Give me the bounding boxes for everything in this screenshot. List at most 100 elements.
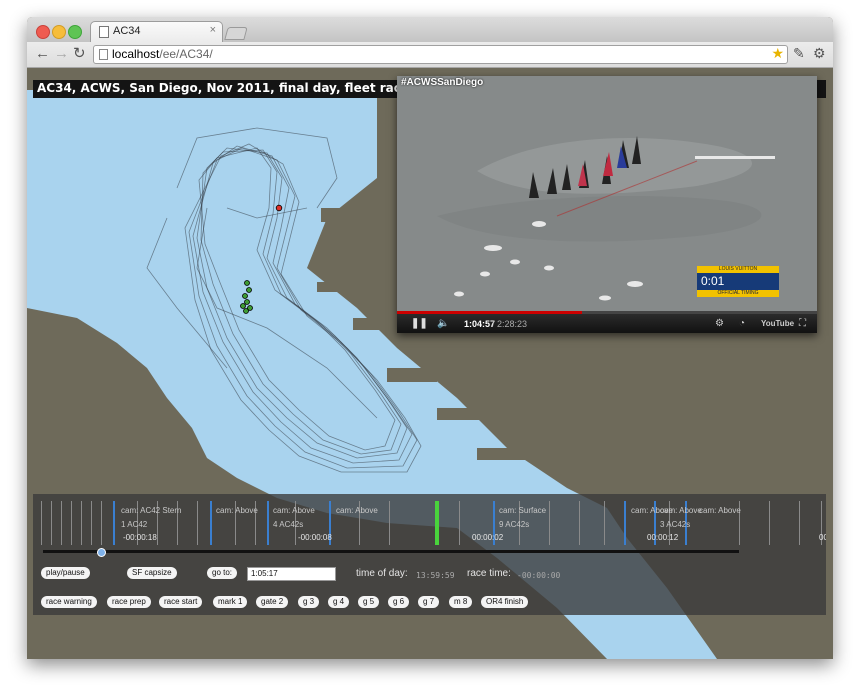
race-time-value: -00:00:00 <box>517 571 561 580</box>
camera-marker[interactable] <box>113 501 115 545</box>
address-bar[interactable]: localhost/ee/AC34/ ★ <box>93 45 788 64</box>
browser-toolbar: ← → ↻ localhost/ee/AC34/ ★ ✎ ⚙ <box>27 42 833 68</box>
camera-label: cam: Above <box>216 506 258 515</box>
boat-count-label: 9 AC42s <box>499 520 530 529</box>
zoom-window-icon[interactable] <box>68 25 82 39</box>
timing-overlay: LOUIS VUITTON 0:01 OFFICIAL TIMING <box>697 266 779 299</box>
page-icon <box>99 26 109 38</box>
timeline-tick <box>769 501 770 545</box>
timeline-tick <box>101 501 102 545</box>
marker-mark-1-button[interactable]: mark 1 <box>213 596 248 608</box>
video-current-time: 1:04:57 <box>464 319 496 329</box>
marker-race-warning-button[interactable]: race warning <box>41 596 97 608</box>
scrub-track[interactable] <box>43 550 739 553</box>
video-controls: ❚❚ 🔈 1:04:57 / 2:28:23 ⚙ ◔ YouTube ⛶ <box>397 314 817 333</box>
watch-later-icon[interactable]: ◔ <box>739 318 745 329</box>
marker-race-prep-button[interactable]: race prep <box>107 596 151 608</box>
settings-gear-icon[interactable]: ⚙ <box>715 318 724 329</box>
race-time-label: race time: <box>467 568 511 579</box>
pier <box>387 368 437 382</box>
timeline-tick <box>604 501 605 545</box>
marker-gate-2-button[interactable]: gate 2 <box>256 596 289 608</box>
boat-marker <box>240 303 246 309</box>
leader-boat-marker <box>275 204 283 212</box>
browser-tab[interactable]: AC34 × <box>90 21 223 43</box>
current-position-marker[interactable] <box>435 501 439 545</box>
camera-marker[interactable] <box>624 501 626 545</box>
camera-label: cam: Above <box>336 506 378 515</box>
timeline-time-label: -00:00:18 <box>123 533 157 542</box>
camera-label: cam: Above <box>660 506 702 515</box>
volume-icon[interactable]: 🔈 <box>437 318 449 329</box>
bookmark-star-icon[interactable]: ★ <box>771 45 784 62</box>
go-to-time-input[interactable]: 1:05:17 <box>247 567 336 581</box>
timing-value: 0:01 <box>697 273 779 290</box>
marker-g-4-button[interactable]: g 4 <box>328 596 350 608</box>
timeline-time-label: -00:00:08 <box>298 533 332 542</box>
timeline-tick <box>51 501 52 545</box>
marker-race-start-button[interactable]: race start <box>159 596 203 608</box>
reload-icon[interactable]: ↻ <box>73 45 86 63</box>
video-player[interactable]: #ACWSSanDiego LOUIS VUITTON 0:01 OFFICIA… <box>397 76 817 333</box>
url-text: localhost/ee/AC34/ <box>112 47 213 61</box>
timeline-time-label: 00 <box>819 533 826 542</box>
tab-close-icon[interactable]: × <box>210 24 216 36</box>
page-menu-icon[interactable]: ✎ <box>793 45 805 62</box>
timing-label: OFFICIAL TIMING <box>697 290 779 297</box>
boat-marker <box>244 280 250 286</box>
timeline-tick <box>579 501 580 545</box>
boat-marker <box>246 287 252 293</box>
tab-strip: AC34 × <box>27 17 833 43</box>
marker-g-7-button[interactable]: g 7 <box>418 596 440 608</box>
control-panel: cam: AC42 Stern 1 AC42 cam: Above cam: A… <box>33 494 826 615</box>
page-icon <box>99 49 108 60</box>
pause-icon[interactable]: ❚❚ <box>411 318 428 329</box>
timeline-tick <box>41 501 42 545</box>
minimize-window-icon[interactable] <box>52 25 66 39</box>
pier <box>353 318 397 330</box>
camera-marker[interactable] <box>210 501 212 545</box>
browser-window: AC34 × ← → ↻ localhost/ee/AC34/ ★ ✎ ⚙ AC… <box>27 17 833 659</box>
timeline-tick <box>81 501 82 545</box>
tab-title: AC34 <box>113 25 141 37</box>
fullscreen-icon[interactable]: ⛶ <box>799 318 806 329</box>
play-pause-button[interactable]: play/pause <box>41 567 90 579</box>
boat-marker <box>242 293 248 299</box>
wrench-icon[interactable]: ⚙ <box>813 45 826 62</box>
marker-g-5-button[interactable]: g 5 <box>358 596 380 608</box>
pier <box>477 448 531 460</box>
video-duration: / 2:28:23 <box>492 319 528 329</box>
timeline-tick <box>91 501 92 545</box>
boat-marker <box>243 308 249 314</box>
new-tab-button[interactable] <box>224 27 248 40</box>
boat-count-label: 3 AC42s <box>660 520 691 529</box>
pier <box>317 282 372 292</box>
page-title: AC34, ACWS, San Diego, Nov 2011, final d… <box>37 81 410 95</box>
pier <box>327 244 387 256</box>
camera-label: cam: AC42 Stern <box>121 506 182 515</box>
marker-or4-finish-button[interactable]: OR4 finish <box>481 596 529 608</box>
go-to-button[interactable]: go to: <box>207 567 238 579</box>
camera-marker[interactable] <box>267 501 269 545</box>
camera-timeline[interactable]: cam: AC42 Stern 1 AC42 cam: Above cam: A… <box>39 501 826 545</box>
timeline-tick <box>61 501 62 545</box>
timeline-tick <box>459 501 460 545</box>
sf-capsize-button[interactable]: SF capsize <box>127 567 177 579</box>
back-arrow-icon[interactable]: ← <box>35 45 50 63</box>
camera-label: cam: Above <box>699 506 741 515</box>
camera-label: cam: Surface <box>499 506 547 515</box>
video-frame[interactable]: #ACWSSanDiego LOUIS VUITTON 0:01 OFFICIA… <box>397 76 817 313</box>
timeline-tick <box>197 501 198 545</box>
marker-g-3-button[interactable]: g 3 <box>298 596 320 608</box>
camera-label: cam: Above <box>273 506 315 515</box>
timeline-time-label: 00:00:12 <box>647 533 679 542</box>
boat-marker <box>244 299 250 305</box>
marker-m-8-button[interactable]: m 8 <box>449 596 473 608</box>
forward-arrow-icon[interactable]: → <box>54 45 69 63</box>
youtube-logo[interactable]: YouTube <box>761 319 794 328</box>
close-window-icon[interactable] <box>36 25 50 39</box>
scrub-handle[interactable] <box>97 548 106 557</box>
video-hashtag: #ACWSSanDiego <box>401 77 484 88</box>
marker-g-6-button[interactable]: g 6 <box>388 596 410 608</box>
timeline-tick <box>799 501 800 545</box>
